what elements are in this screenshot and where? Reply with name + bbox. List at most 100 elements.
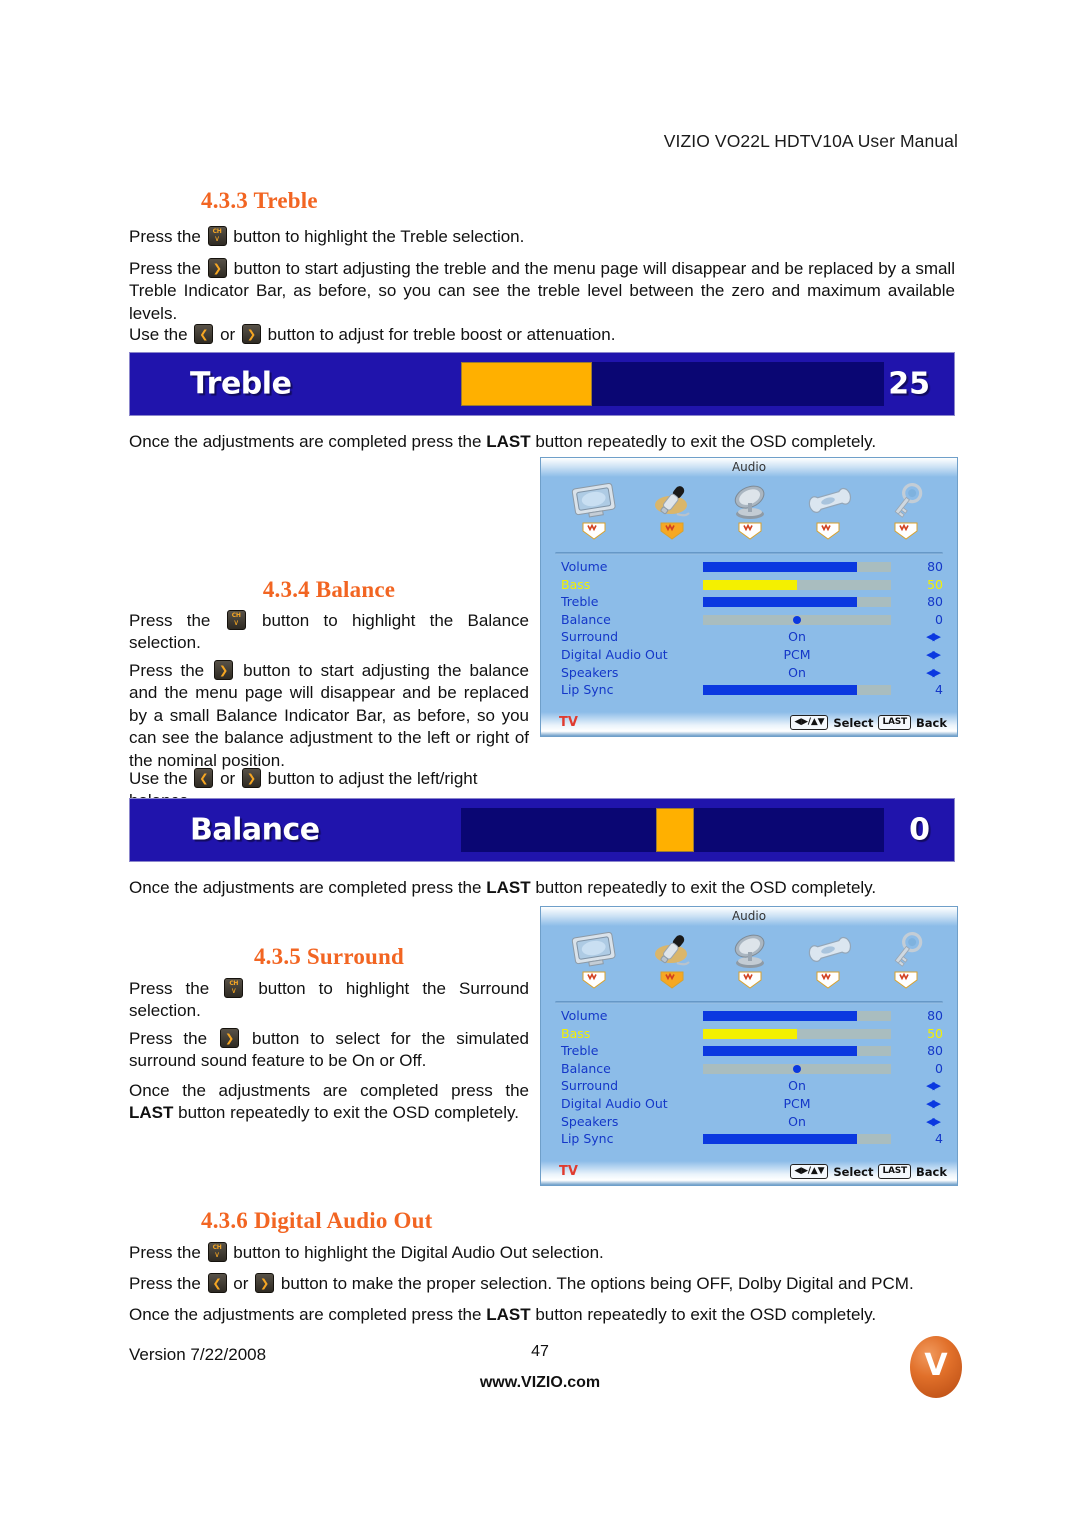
osd-category-audio[interactable] [633, 930, 711, 989]
osd-row-slider[interactable] [703, 1011, 891, 1021]
left-right-arrows-icon[interactable]: ◀▶ [926, 649, 941, 660]
balance-p3-or: or [220, 769, 236, 788]
left-right-arrows-icon[interactable]: ◀▶ [926, 667, 941, 678]
page-header: VIZIO VO22L HDTV10A User Manual [663, 131, 958, 151]
right-arrow-button-icon: ❯ [214, 660, 234, 680]
balance-bar-value: 0 [909, 812, 930, 848]
osd-row[interactable]: Balance 0 [541, 611, 957, 629]
osd-row-slider[interactable] [703, 1063, 891, 1074]
osd-category-tuner[interactable] [711, 481, 789, 540]
osd-row-slider[interactable] [703, 1134, 891, 1145]
osd-category-badge-icon [738, 522, 762, 540]
dao-p1-text-a: Press the [129, 1243, 201, 1262]
osd-category-parental[interactable] [867, 481, 945, 540]
osd-row-slider-knob[interactable] [793, 1064, 801, 1073]
osd-audio-menu[interactable]: Audio Volume 80 Bass 50 Treble 80 Balanc… [540, 457, 958, 737]
osd-row[interactable]: Lip Sync 4 [541, 681, 957, 699]
osd-row-label: Bass [561, 1025, 591, 1041]
osd-row[interactable]: Volume 80 [541, 558, 957, 576]
osd-row[interactable]: Digital Audio Out PCM ◀▶ [541, 1095, 957, 1113]
osd-row-label: Balance [561, 611, 611, 627]
osd-category-badge-icon [816, 971, 840, 989]
left-right-arrows-icon[interactable]: ◀▶ [926, 631, 941, 642]
treble-p2-text-b: button to start adjusting the treble and… [129, 259, 955, 323]
balance-closing-a: Once the adjustments are completed press… [129, 878, 482, 897]
osd-row-slider[interactable] [703, 579, 891, 590]
osd-row-slider[interactable] [703, 685, 891, 696]
osd-row-option-value: PCM [783, 1095, 811, 1111]
osd-row[interactable]: Bass 50 [541, 1025, 957, 1043]
osd-row[interactable]: Surround On ◀▶ [541, 1077, 957, 1095]
osd-row-slider-knob[interactable] [793, 615, 801, 624]
osd-back-label: Back [916, 1164, 947, 1179]
surround-p3-text-a: Once the adjustments are completed press… [129, 1081, 529, 1100]
osd-row[interactable]: Balance 0 [541, 1060, 957, 1078]
treble-p3-or: or [220, 325, 236, 344]
right-arrow-button-icon: ❯ [255, 1273, 275, 1293]
osd-category-audio[interactable] [633, 481, 711, 540]
osd-row[interactable]: Speakers On ◀▶ [541, 664, 957, 682]
balance-bar-fill [655, 808, 694, 852]
dpad-keycap-icon: ◀▶/▲▼ [790, 1164, 829, 1179]
osd-row[interactable]: Bass 50 [541, 576, 957, 594]
balance-indicator-bar: Balance 0 [129, 798, 955, 862]
balance-bar-label: Balance [190, 812, 320, 848]
osd-settings-list: Volume 80 Bass 50 Treble 80 Balance 0 Surround On… [541, 1007, 957, 1148]
osd-row-label: Surround [561, 629, 619, 645]
osd-row-slider-fill [703, 1134, 858, 1145]
treble-closing-last: LAST [486, 432, 531, 451]
osd-category-tuner[interactable] [711, 930, 789, 989]
osd-select-label: Select [833, 715, 874, 730]
osd-category-setup[interactable] [789, 481, 867, 540]
osd-category-picture[interactable] [555, 481, 633, 540]
left-right-arrows-icon[interactable]: ◀▶ [926, 1080, 941, 1091]
osd-row[interactable]: Treble 80 [541, 593, 957, 611]
osd-row-slider[interactable] [703, 1028, 891, 1039]
osd-divider [555, 1001, 943, 1004]
osd-select-label: Select [833, 1164, 874, 1179]
osd-category-setup[interactable] [789, 930, 867, 989]
vizio-logo-letter: V [924, 1348, 948, 1383]
osd-row[interactable]: Digital Audio Out PCM ◀▶ [541, 646, 957, 664]
osd-row-option-value: On [788, 1113, 806, 1129]
osd-row-value: 80 [927, 594, 943, 610]
surround-p3-text-b: button repeatedly to exit the OSD comple… [178, 1103, 519, 1123]
satellite-dish-icon [711, 930, 789, 970]
osd-row[interactable]: Volume 80 [541, 1007, 957, 1025]
osd-row-slider-fill [703, 579, 797, 590]
osd-row[interactable]: Speakers On ◀▶ [541, 1113, 957, 1131]
osd-footer: TV ◀▶/▲▼ Select LAST Back [541, 1161, 957, 1185]
osd-row-slider[interactable] [703, 597, 891, 608]
osd-row-slider[interactable] [703, 562, 891, 572]
osd-row-value: 4 [935, 1131, 943, 1147]
osd-row[interactable]: Surround On ◀▶ [541, 628, 957, 646]
treble-bar-fill [461, 362, 593, 406]
osd-row-slider-fill [703, 562, 858, 572]
treble-p2-text-a: Press the [129, 259, 201, 278]
osd-row-slider[interactable] [703, 614, 891, 625]
osd-category-badge-icon [582, 522, 606, 540]
osd-category-badge-icon [816, 522, 840, 540]
osd-row-slider[interactable] [703, 1046, 891, 1057]
left-right-arrows-icon[interactable]: ◀▶ [926, 1116, 941, 1127]
left-right-arrows-icon[interactable]: ◀▶ [926, 1098, 941, 1109]
osd-row[interactable]: Lip Sync 4 [541, 1130, 957, 1148]
osd-category-parental[interactable] [867, 930, 945, 989]
treble-p1-text-a: Press the [129, 227, 201, 246]
tv-monitor-icon [555, 481, 633, 521]
section-heading-balance: 4.3.4 Balance [262, 577, 396, 602]
right-arrow-button-icon: ❯ [241, 768, 261, 788]
osd-footer: TV ◀▶/▲▼ Select LAST Back [541, 712, 957, 736]
osd-category-picture[interactable] [555, 930, 633, 989]
osd-row-value: 50 [927, 1025, 943, 1041]
section-heading-digital-audio-out: 4.3.6 Digital Audio Out [201, 1208, 433, 1233]
osd-row-option-value: On [788, 664, 806, 680]
osd-audio-menu[interactable]: Audio Volume 80 Bass 50 Treble 80 Balanc… [540, 906, 958, 1186]
dao-p2-or: or [233, 1274, 249, 1293]
surround-paragraph-3: Once the adjustments are completed press… [129, 1080, 529, 1125]
dao-paragraph-1: Press the CH ∨ button to highlight the Di… [129, 1242, 955, 1264]
left-arrow-button-icon: ❮ [207, 1273, 227, 1293]
osd-row-value: 50 [927, 576, 943, 592]
osd-row[interactable]: Treble 80 [541, 1042, 957, 1060]
osd-back-label: Back [916, 715, 947, 730]
